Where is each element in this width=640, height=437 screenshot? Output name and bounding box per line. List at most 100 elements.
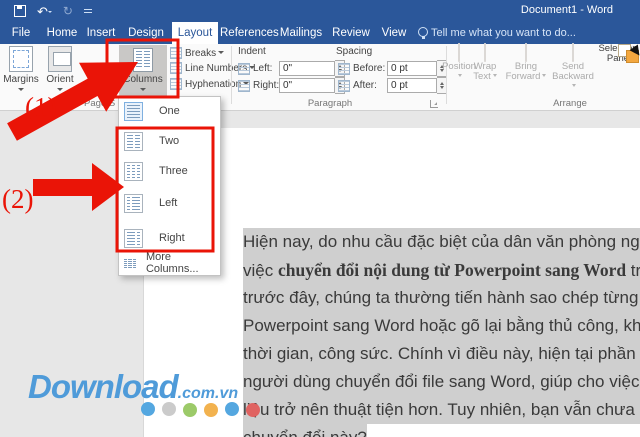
three-columns-icon bbox=[124, 161, 143, 181]
columns-dropdown-menu: One Two Three Left Right More Columns... bbox=[118, 96, 221, 276]
send-backward-button: Send Backward bbox=[550, 43, 596, 106]
spacing-after-row: After: 0 pt bbox=[338, 77, 447, 94]
page-setup-group-label: Page S bbox=[84, 98, 116, 109]
watermark-dot bbox=[225, 402, 239, 416]
watermark-dot bbox=[141, 402, 155, 416]
hyphenation-icon bbox=[170, 78, 182, 90]
menu-item-right[interactable]: Right bbox=[119, 225, 220, 251]
more-columns-icon bbox=[124, 258, 136, 268]
watermark-logo: Download.com.vn bbox=[28, 368, 238, 406]
margins-label: Margins bbox=[3, 74, 39, 85]
undo-button[interactable]: ↶ bbox=[37, 5, 52, 18]
doc-line: chuyển đổi này? bbox=[243, 424, 367, 437]
tab-view[interactable]: View bbox=[377, 22, 411, 44]
right-column-icon bbox=[124, 228, 143, 248]
undo-icon: ↶ bbox=[37, 3, 48, 19]
orientation-button[interactable]: Orient bbox=[40, 46, 80, 94]
menu-item-label: Right bbox=[159, 232, 185, 244]
tab-mailings[interactable]: Mailings bbox=[278, 22, 324, 44]
spacing-before-icon bbox=[338, 62, 350, 75]
spacing-after-input[interactable]: 0 pt bbox=[387, 78, 437, 93]
indent-right-label: Right: bbox=[253, 80, 280, 91]
doc-line: liệu trở nên thuật tiện hơn. Tuy nhiên, … bbox=[243, 396, 640, 424]
menu-item-more-columns[interactable]: More Columns... bbox=[119, 251, 220, 275]
customize-qat-icon[interactable] bbox=[83, 9, 92, 13]
group-divider bbox=[231, 46, 232, 104]
spacing-after-label: After: bbox=[353, 80, 377, 91]
save-icon[interactable] bbox=[14, 5, 26, 17]
margins-button[interactable]: Margins bbox=[2, 46, 40, 94]
menu-item-label: More Columns... bbox=[145, 251, 199, 275]
watermark-dot bbox=[204, 403, 218, 417]
indent-left-row: Left: 0" bbox=[238, 60, 345, 77]
chevron-down-icon bbox=[218, 50, 225, 57]
doc-line: việc chuyển đổi nội dung từ Powerpoint s… bbox=[243, 256, 640, 284]
step-2-label: (2) bbox=[2, 184, 34, 214]
breaks-label: Breaks bbox=[185, 47, 217, 59]
orientation-icon bbox=[48, 46, 72, 72]
bring-forward-label-2: Forward bbox=[504, 72, 548, 82]
indent-left-input[interactable]: 0" bbox=[279, 61, 335, 76]
watermark-dot bbox=[246, 403, 260, 417]
menu-item-one[interactable]: One bbox=[119, 98, 220, 124]
chevron-down-icon bbox=[140, 88, 146, 94]
watermark-brand: Download bbox=[28, 368, 179, 405]
wrap-text-label-2: Text bbox=[466, 72, 504, 82]
spacing-before-input[interactable]: 0 pt bbox=[387, 61, 437, 76]
tell-me-box[interactable]: Tell me what you want to do... bbox=[431, 22, 576, 44]
position-icon bbox=[458, 43, 460, 62]
chevron-down-icon bbox=[492, 74, 497, 79]
bring-forward-icon bbox=[525, 43, 527, 62]
spacing-after-icon bbox=[338, 79, 350, 92]
chevron-down-icon bbox=[57, 88, 63, 94]
columns-button[interactable]: Columns bbox=[119, 45, 167, 96]
tab-references[interactable]: References bbox=[220, 22, 279, 44]
ribbon-tab-row: File Home Insert Design Layout Reference… bbox=[0, 22, 640, 44]
tab-review[interactable]: Review bbox=[330, 22, 372, 44]
margins-icon bbox=[9, 46, 33, 72]
quick-access-toolbar: ↶ ↻ bbox=[14, 2, 92, 20]
send-backward-label-2: Backward bbox=[550, 72, 596, 92]
doc-line: trước đây, chúng ta thường tiến hành sao… bbox=[243, 284, 640, 312]
doc-line: thời gian, công sức. Chính vì điều này, … bbox=[243, 340, 640, 368]
two-columns-icon bbox=[124, 131, 143, 151]
title-bar: ↶ ↻ Document1 - Word bbox=[0, 0, 640, 22]
columns-label: Columns bbox=[123, 74, 163, 85]
chevron-down-icon bbox=[18, 88, 24, 94]
paragraph-group-label: Paragraph bbox=[307, 98, 353, 109]
indent-right-input[interactable]: 0" bbox=[279, 78, 335, 93]
selection-pane-button[interactable]: Selection Pane bbox=[596, 44, 640, 106]
left-column-icon bbox=[124, 193, 143, 213]
menu-item-label: Two bbox=[159, 135, 180, 147]
indent-left-icon bbox=[238, 62, 250, 75]
indent-left-label: Left: bbox=[253, 63, 273, 74]
indent-heading: Indent bbox=[238, 46, 266, 57]
wrap-text-button: Wrap Text bbox=[466, 43, 504, 106]
tell-me-bulb-icon bbox=[418, 27, 428, 39]
indent-right-row: Right: 0" bbox=[238, 77, 345, 94]
chevron-down-icon bbox=[542, 74, 547, 79]
ribbon: Margins Orient Columns Breaks Line Numbe… bbox=[0, 43, 640, 111]
menu-item-three[interactable]: Three bbox=[119, 158, 220, 184]
menu-item-left[interactable]: Left bbox=[119, 190, 220, 216]
tab-file[interactable]: File bbox=[4, 22, 38, 44]
tab-insert[interactable]: Insert bbox=[82, 22, 120, 44]
chevron-down-icon bbox=[458, 74, 462, 79]
undo-caret-icon[interactable] bbox=[47, 11, 52, 15]
doc-line: người dùng chuyển đổi file sang Word, gi… bbox=[243, 368, 640, 396]
tab-home[interactable]: Home bbox=[42, 22, 82, 44]
word-window: ↶ ↻ Document1 - Word File Home Insert De… bbox=[0, 0, 640, 437]
redo-icon[interactable]: ↻ bbox=[63, 5, 73, 17]
indent-right-icon bbox=[238, 79, 250, 92]
paragraph-dialog-launcher-icon[interactable] bbox=[430, 100, 438, 108]
annotation-arrow-2 bbox=[33, 163, 124, 211]
menu-item-label: Left bbox=[159, 197, 178, 209]
spacing-heading: Spacing bbox=[336, 46, 373, 57]
window-title: Document1 - Word bbox=[520, 4, 613, 16]
breaks-button[interactable]: Breaks bbox=[170, 46, 225, 60]
document-text[interactable]: Hiện nay, do nhu cầu đặc biệt của dân vă… bbox=[243, 228, 640, 437]
menu-item-two[interactable]: Two bbox=[119, 128, 220, 154]
tab-layout[interactable]: Layout bbox=[172, 22, 218, 44]
tab-design[interactable]: Design bbox=[124, 22, 168, 44]
one-column-icon bbox=[124, 101, 143, 121]
